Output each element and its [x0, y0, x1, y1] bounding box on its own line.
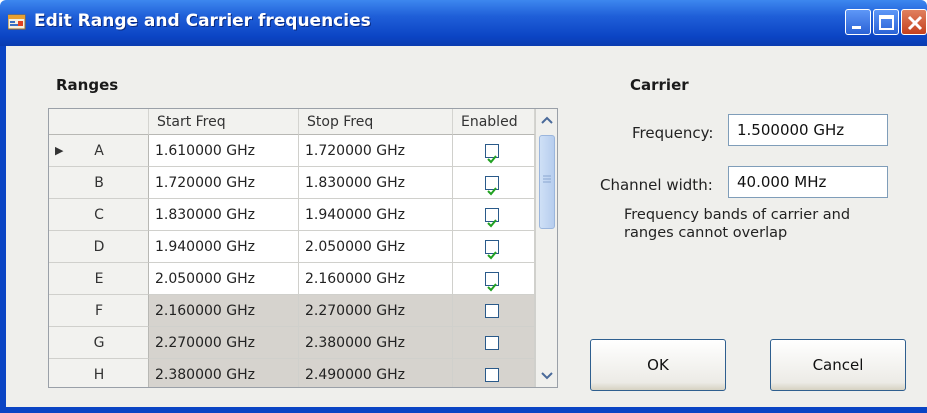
stop-freq-cell[interactable]: 1.830000 GHz [299, 167, 453, 199]
row-name: G [93, 335, 105, 351]
row-name: D [93, 239, 105, 255]
row-header[interactable]: C [49, 199, 149, 231]
start-freq-cell[interactable]: 2.160000 GHz [149, 295, 299, 327]
row-header[interactable]: F [49, 295, 149, 327]
maximize-icon [879, 15, 894, 30]
start-freq-cell[interactable]: 1.830000 GHz [149, 199, 299, 231]
enabled-cell[interactable] [453, 167, 535, 199]
enabled-checkbox[interactable] [485, 208, 499, 228]
enabled-checkbox[interactable] [485, 240, 499, 260]
channel-width-label: Channel width: [600, 176, 713, 194]
frequency-input[interactable]: 1.500000 GHz [728, 114, 888, 146]
enabled-cell[interactable] [453, 231, 535, 263]
close-button[interactable] [901, 9, 927, 35]
channel-width-input[interactable]: 40.000 MHz [728, 166, 888, 198]
row-header[interactable]: ▶ A [49, 135, 149, 167]
checkmark-icon [487, 251, 497, 260]
start-freq-cell[interactable]: 2.270000 GHz [149, 327, 299, 359]
start-freq-cell[interactable]: 1.720000 GHz [149, 167, 299, 199]
minimize-button[interactable] [845, 9, 871, 35]
checkmark-icon [487, 219, 497, 228]
enabled-checkbox[interactable] [485, 336, 499, 350]
checkmark-icon [487, 155, 497, 164]
overlap-note: Frequency bands of carrier and ranges ca… [624, 207, 851, 241]
window-frame-bottom [0, 407, 927, 413]
close-icon [907, 15, 923, 31]
scroll-down-button[interactable] [537, 365, 557, 385]
checkmark-icon [487, 283, 497, 292]
enabled-checkbox[interactable] [485, 304, 499, 318]
app-icon [7, 13, 26, 31]
enabled-cell[interactable] [453, 263, 535, 295]
stop-freq-cell[interactable]: 2.270000 GHz [299, 295, 453, 327]
enabled-checkbox[interactable] [485, 368, 499, 382]
enabled-checkbox[interactable] [485, 176, 499, 196]
row-header[interactable]: H [49, 359, 149, 387]
start-freq-cell[interactable]: 1.610000 GHz [149, 135, 299, 167]
row-name: C [94, 207, 104, 223]
enabled-checkbox[interactable] [485, 272, 499, 292]
start-freq-cell[interactable]: 2.380000 GHz [149, 359, 299, 387]
stop-freq-cell[interactable]: 2.160000 GHz [299, 263, 453, 295]
enabled-cell[interactable] [453, 135, 535, 167]
checkmark-icon [487, 187, 497, 196]
enabled-cell[interactable] [453, 295, 535, 327]
row-name: A [94, 143, 104, 159]
row-name: F [94, 303, 104, 319]
column-header-start-freq[interactable]: Start Freq [149, 109, 299, 135]
stop-freq-cell[interactable]: 1.940000 GHz [299, 199, 453, 231]
title-bar[interactable]: Edit Range and Carrier frequencies [0, 0, 927, 46]
enabled-cell[interactable] [453, 359, 535, 387]
grid-scrollbar[interactable] [535, 109, 557, 387]
carrier-heading: Carrier [630, 76, 689, 94]
chevron-down-icon [541, 372, 553, 380]
grip-icon [543, 175, 551, 183]
scroll-thumb[interactable] [539, 135, 555, 229]
row-name: B [94, 175, 104, 191]
column-header-enabled[interactable]: Enabled [453, 109, 535, 135]
row-name: E [94, 271, 104, 287]
chevron-up-icon [541, 116, 553, 124]
minimize-icon [852, 26, 861, 29]
grid-corner-header [49, 109, 149, 135]
row-header[interactable]: B [49, 167, 149, 199]
maximize-button[interactable] [873, 9, 899, 35]
row-header[interactable]: E [49, 263, 149, 295]
start-freq-cell[interactable]: 2.050000 GHz [149, 263, 299, 295]
window-title: Edit Range and Carrier frequencies [34, 11, 371, 31]
frequency-label: Frequency: [632, 124, 714, 142]
start-freq-cell[interactable]: 1.940000 GHz [149, 231, 299, 263]
ok-button[interactable]: OK [590, 339, 726, 391]
stop-freq-cell[interactable]: 1.720000 GHz [299, 135, 453, 167]
ranges-heading: Ranges [56, 76, 119, 94]
row-header[interactable]: D [49, 231, 149, 263]
scroll-up-button[interactable] [537, 111, 557, 131]
dialog-window: Edit Range and Carrier frequencies Range… [0, 0, 927, 413]
column-header-stop-freq[interactable]: Stop Freq [299, 109, 453, 135]
enabled-cell[interactable] [453, 327, 535, 359]
stop-freq-cell[interactable]: 2.050000 GHz [299, 231, 453, 263]
enabled-checkbox[interactable] [485, 144, 499, 164]
stop-freq-cell[interactable]: 2.490000 GHz [299, 359, 453, 387]
enabled-cell[interactable] [453, 199, 535, 231]
ranges-grid[interactable]: Start Freq Stop Freq Enabled ▶ A 1.610000 … [48, 108, 558, 388]
cancel-button[interactable]: Cancel [770, 339, 906, 391]
row-name: H [93, 367, 105, 383]
stop-freq-cell[interactable]: 2.380000 GHz [299, 327, 453, 359]
row-header[interactable]: G [49, 327, 149, 359]
